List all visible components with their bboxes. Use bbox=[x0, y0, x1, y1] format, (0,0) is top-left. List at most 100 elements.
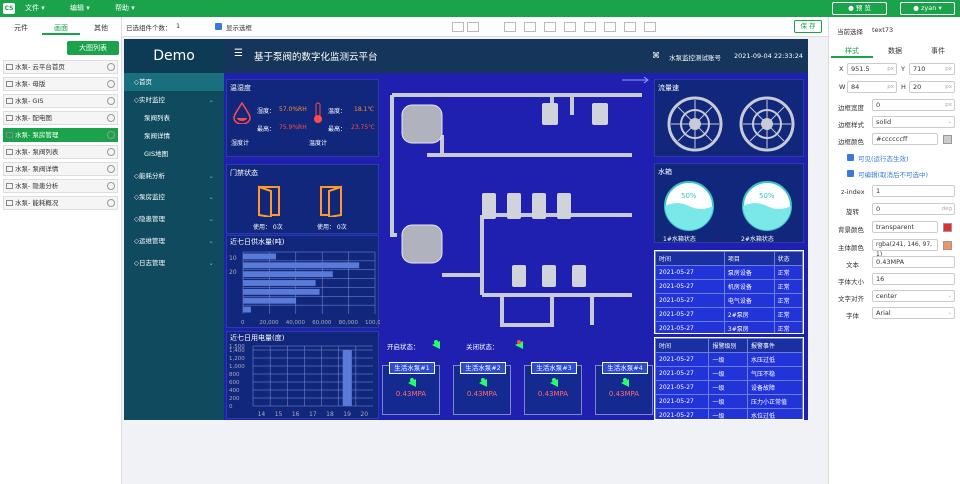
nav-item[interactable]: ◇能耗分析 ⌄ bbox=[124, 167, 224, 185]
text-input[interactable]: 0.43MPA bbox=[872, 256, 955, 268]
group-icon[interactable] bbox=[452, 22, 464, 32]
align-left-icon[interactable] bbox=[504, 22, 516, 32]
table-header-cell: 时间 bbox=[655, 338, 710, 353]
save-button[interactable]: 保 存 bbox=[794, 20, 822, 33]
table-cell: 一级 bbox=[708, 408, 748, 419]
tab-data[interactable]: 数据 bbox=[874, 44, 916, 58]
page-item[interactable]: 水泵- 泵阀列表 bbox=[3, 145, 118, 159]
nav-item[interactable]: ◇泵房监控 ⌄ bbox=[124, 188, 224, 206]
show-box-label: 显示选框 bbox=[226, 24, 252, 32]
visible-checkbox[interactable] bbox=[847, 154, 854, 161]
nav-item[interactable]: 泵阀详情 bbox=[124, 127, 224, 145]
x-tick-label: 15 bbox=[275, 411, 283, 418]
text-align-select[interactable]: center ⌄ bbox=[872, 290, 955, 302]
nav-item[interactable]: ◇首页 bbox=[124, 73, 224, 91]
alarm-table: 时间 报警级别 报警事件 2021-05-27 一级 水压过低 2021-05-27 一级 气压… bbox=[655, 338, 803, 419]
pump-card[interactable]: 生活水泵#2 0.43MPA bbox=[453, 362, 511, 415]
font-size-input[interactable]: 16 bbox=[872, 273, 955, 285]
user-menu-button[interactable]: ● zyan ▾ bbox=[900, 2, 955, 15]
pump-card[interactable]: 生活水泵#3 0.43MPA bbox=[524, 362, 582, 415]
align-middle-icon[interactable] bbox=[584, 22, 596, 32]
tab-components[interactable]: 元件 bbox=[2, 21, 40, 35]
chevron-down-icon: ⌄ bbox=[208, 172, 214, 180]
check-circle-icon[interactable] bbox=[107, 80, 115, 88]
border-color-swatch[interactable] bbox=[943, 135, 952, 144]
x-input[interactable]: 951.5 px bbox=[847, 63, 897, 75]
page-icon bbox=[6, 166, 13, 172]
pump-pressure: 0.43MPA bbox=[537, 390, 569, 398]
pump-card[interactable]: 生活水泵#1 0.43MPA bbox=[382, 362, 440, 415]
check-circle-icon[interactable] bbox=[107, 114, 115, 122]
font-select[interactable]: Arial ⌄ bbox=[872, 307, 955, 319]
big-list-button[interactable]: 大图列表 bbox=[67, 41, 119, 55]
nav-item[interactable]: GIS地图 bbox=[124, 145, 224, 163]
main-color-input[interactable]: rgba(241, 146, 97, 1) bbox=[872, 239, 938, 258]
table-cell: 一级 bbox=[708, 394, 748, 409]
menu-help[interactable]: 帮助 ▾ bbox=[115, 3, 135, 14]
nav-item[interactable]: ◇运维管理 ⌄ bbox=[124, 232, 224, 250]
rotate-input[interactable]: 0 deg bbox=[872, 203, 955, 215]
zindex-input[interactable]: 1 bbox=[872, 185, 955, 197]
distribute-icon[interactable] bbox=[624, 22, 636, 32]
page-item[interactable]: 水泵- 配电图 bbox=[3, 111, 118, 125]
nav-item[interactable]: ◇实时监控 ⌄ bbox=[124, 91, 224, 109]
check-circle-icon[interactable] bbox=[107, 63, 115, 71]
ungroup-icon[interactable] bbox=[467, 22, 479, 32]
text-label: 文本 bbox=[846, 261, 859, 269]
check-circle-icon[interactable] bbox=[107, 165, 115, 173]
tab-style[interactable]: 样式 bbox=[831, 44, 873, 58]
page-item[interactable]: 水泵- 母版 bbox=[3, 77, 118, 91]
w-input[interactable]: 84 px bbox=[847, 81, 897, 93]
table-cell: 电气设备 bbox=[723, 293, 775, 308]
demo-logo: Demo bbox=[124, 39, 224, 73]
font-size-label: 字体大小 bbox=[838, 278, 864, 286]
tab-other[interactable]: 其他 bbox=[82, 21, 120, 35]
check-circle-icon[interactable] bbox=[107, 182, 115, 190]
preview-button[interactable]: ● 预 览 bbox=[832, 2, 887, 15]
nav-item[interactable]: ◇隐患管理 ⌄ bbox=[124, 210, 224, 228]
chevron-down-icon: ⌄ bbox=[208, 215, 214, 223]
y-input[interactable]: 710 px bbox=[909, 63, 955, 75]
door-title: 门禁状态 bbox=[230, 169, 258, 177]
page-item[interactable]: 水泵- 泵阀详情 bbox=[3, 162, 118, 176]
page-item[interactable]: 水泵- 云平台首页 bbox=[3, 60, 118, 74]
valve-closed-icon bbox=[515, 340, 523, 349]
menu-edit[interactable]: 编辑 ▾ bbox=[70, 3, 90, 14]
page-item[interactable]: 水泵- GIS bbox=[3, 94, 118, 108]
chevron-down-icon: ⌄ bbox=[208, 193, 214, 201]
pump-name: 生活水泵#4 bbox=[602, 362, 648, 374]
nav-item[interactable]: ◇日志管理 ⌄ bbox=[124, 254, 224, 272]
check-circle-icon[interactable] bbox=[107, 131, 115, 139]
y-tick-label: 10 bbox=[229, 255, 237, 262]
align-right-icon[interactable] bbox=[544, 22, 556, 32]
check-circle-icon[interactable] bbox=[107, 97, 115, 105]
editable-checkbox[interactable] bbox=[847, 170, 854, 177]
border-style-select[interactable]: solid ⌄ bbox=[872, 116, 955, 128]
check-circle-icon[interactable] bbox=[107, 199, 115, 207]
h-input[interactable]: 20 px bbox=[909, 81, 955, 93]
move-icon[interactable] bbox=[644, 22, 656, 32]
menu-file[interactable]: 文件 ▾ bbox=[25, 3, 45, 14]
bg-color-swatch[interactable] bbox=[943, 223, 952, 232]
pump-card[interactable]: 生活水泵#4 0.43MPA bbox=[595, 362, 653, 415]
page-item[interactable]: 水泵- 泵房管理 bbox=[3, 128, 118, 142]
bg-color-input[interactable]: transparent bbox=[872, 221, 938, 233]
flow-panel: 流量速 bbox=[654, 79, 804, 157]
tab-events[interactable]: 事件 bbox=[917, 44, 959, 58]
border-color-input[interactable]: #ccccccff bbox=[872, 133, 938, 145]
nav-item[interactable]: 泵阀列表 bbox=[124, 109, 224, 127]
align-top-icon[interactable] bbox=[564, 22, 576, 32]
border-width-input[interactable]: 0 px bbox=[872, 99, 955, 111]
flow-title: 流量速 bbox=[658, 84, 679, 92]
tab-screens[interactable]: 画面 bbox=[42, 21, 80, 35]
page-item[interactable]: 水泵- 隐患分析 bbox=[3, 179, 118, 193]
page-item[interactable]: 水泵- 能耗概况 bbox=[3, 196, 118, 210]
align-center-icon[interactable] bbox=[524, 22, 536, 32]
align-bottom-icon[interactable] bbox=[604, 22, 616, 32]
check-circle-icon[interactable] bbox=[107, 148, 115, 156]
design-canvas[interactable]: Demo ☰ 基于泵阀的数字化监测云平台 ⌘ 水泵监控测试账号 2021-09-… bbox=[124, 39, 808, 420]
page-item-label: 水泵- 泵房管理 bbox=[15, 131, 59, 139]
main-color-swatch[interactable] bbox=[943, 241, 952, 250]
table-cell: 2#泵房 bbox=[723, 307, 775, 322]
show-box-checkbox[interactable] bbox=[215, 23, 222, 30]
